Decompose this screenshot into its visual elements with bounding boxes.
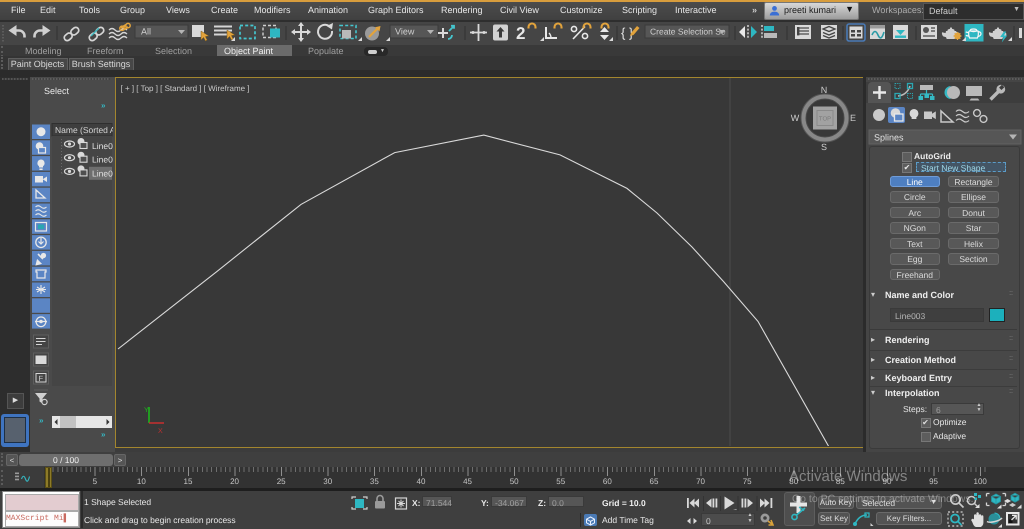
svg-text:Name (Sorted A: Name (Sorted A: [55, 125, 113, 135]
svg-text:Create Selection Se: Create Selection Se: [650, 27, 726, 37]
svg-text:TOP: TOP: [818, 116, 830, 123]
svg-text:Line0: Line0: [92, 155, 113, 165]
svg-text:Splines: Splines: [874, 133, 904, 143]
svg-text:Y: Y: [144, 407, 149, 414]
svg-text:N: N: [820, 85, 827, 95]
svg-text:Line0: Line0: [92, 168, 113, 178]
svg-text:View: View: [395, 27, 415, 37]
svg-text:All: All: [141, 27, 151, 37]
svg-text:Line0: Line0: [92, 141, 113, 151]
svg-text:S: S: [820, 142, 826, 152]
svg-text:X: X: [158, 428, 163, 435]
svg-text:F: F: [39, 374, 44, 383]
svg-text:E: E: [849, 113, 855, 123]
svg-text:W: W: [790, 113, 799, 123]
svg-text:2: 2: [516, 24, 525, 43]
